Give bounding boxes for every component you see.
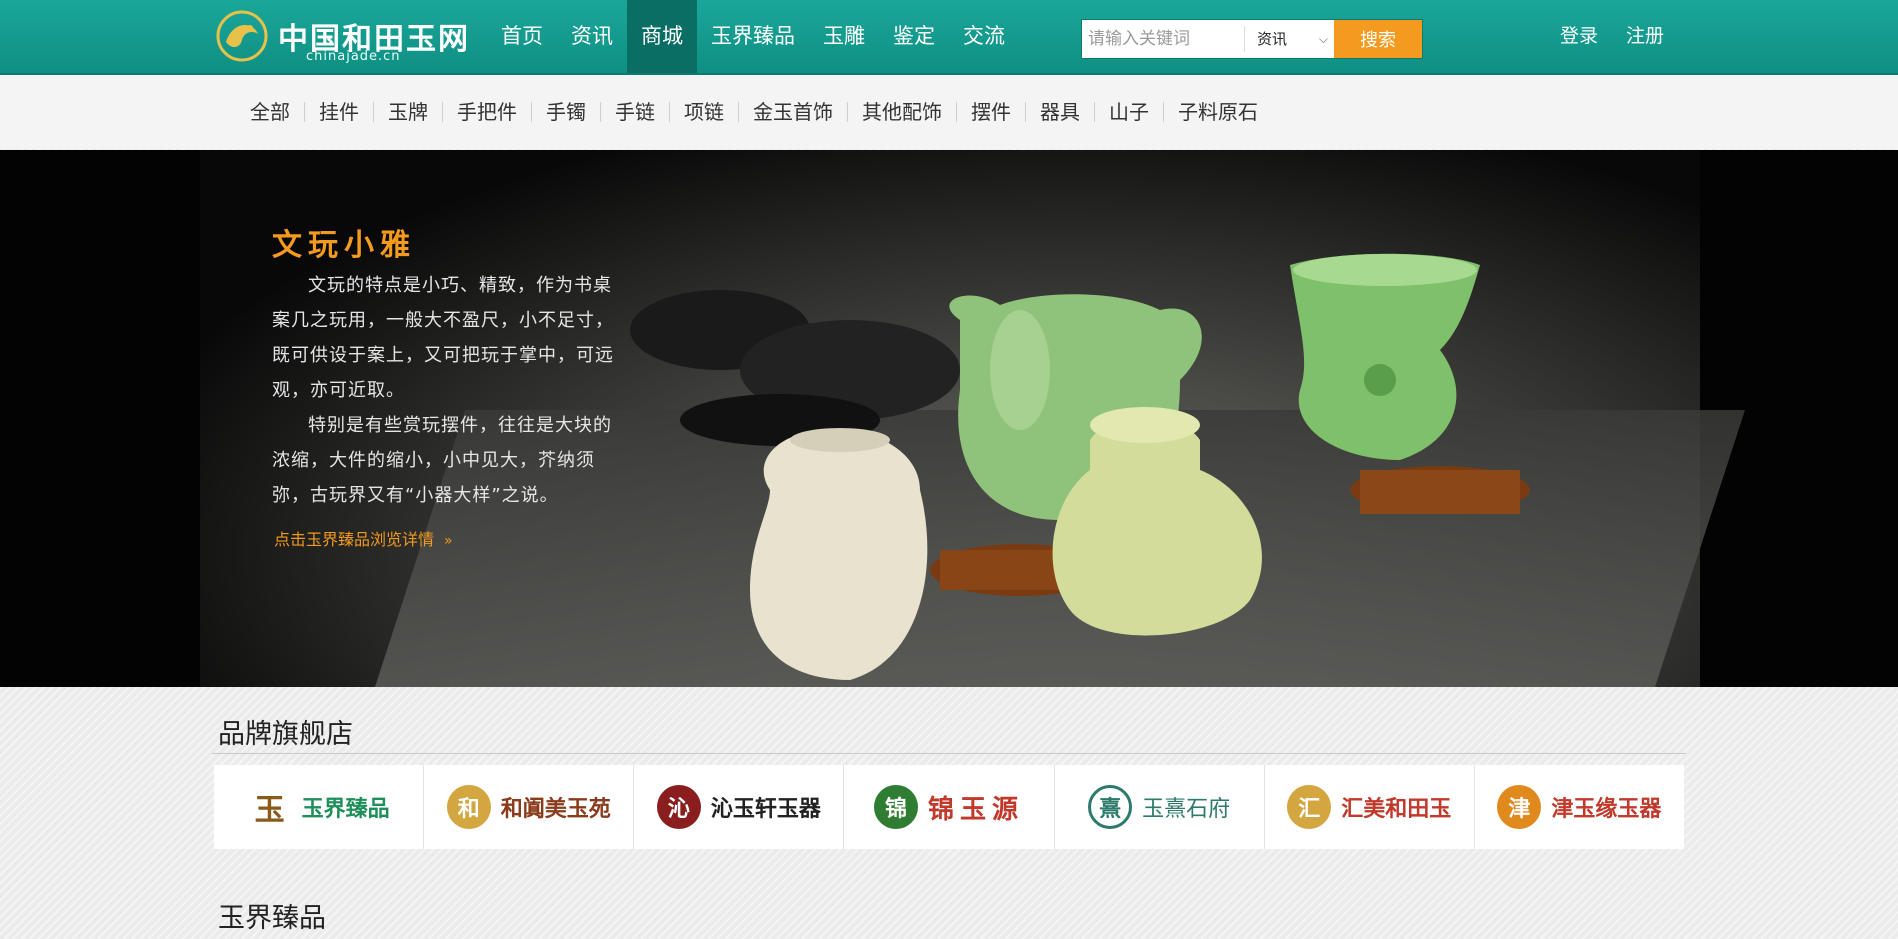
category-necklace[interactable]: 项链	[670, 102, 739, 122]
nav-jade-treasures[interactable]: 玉界臻品	[697, 0, 809, 73]
category-pendant[interactable]: 挂件	[305, 102, 374, 122]
login-link[interactable]: 登录	[1560, 0, 1598, 73]
search-category-select[interactable]: 资讯 ⌵	[1244, 26, 1334, 52]
category-other-accessories[interactable]: 其他配饰	[848, 102, 957, 122]
brand-name: 和阗美玉苑	[500, 796, 611, 822]
category-handpiece[interactable]: 手把件	[443, 102, 532, 122]
double-chevron-right-icon: »	[444, 533, 453, 549]
yinyang-logo-icon: 锦	[873, 785, 918, 829]
category-ornament[interactable]: 摆件	[957, 102, 1026, 122]
brand-huimei-hetianyu[interactable]: 汇 汇美和田玉	[1265, 765, 1475, 849]
banner-paragraph-1: 文玩的特点是小巧、精致，作为书桌案几之玩用，一般大不盈尺，小不足寸，既可供设于案…	[272, 275, 614, 401]
jade-section-title: 玉界臻品	[218, 903, 326, 934]
nav-carving[interactable]: 玉雕	[809, 0, 879, 73]
search-input[interactable]	[1082, 20, 1240, 58]
brand-name: 汇美和田玉	[1341, 796, 1452, 822]
site-logo[interactable]: 中国和田玉网 chinajade.cn	[214, 8, 468, 64]
category-all[interactable]: 全部	[236, 102, 305, 122]
nav-community[interactable]: 交流	[949, 0, 1019, 73]
hero-banner[interactable]: 文玩小雅 文玩的特点是小巧、精致，作为书桌案几之玩用，一般大不盈尺，小不足寸，既…	[0, 150, 1898, 687]
main-nav: 首页 资讯 商城 玉界臻品 玉雕 鉴定 交流	[487, 0, 1019, 73]
category-vessel[interactable]: 器具	[1026, 102, 1095, 122]
nav-appraisal[interactable]: 鉴定	[879, 0, 949, 73]
search-button[interactable]: 搜索	[1334, 20, 1422, 58]
nav-home[interactable]: 首页	[487, 0, 557, 73]
category-plaque[interactable]: 玉牌	[374, 102, 443, 122]
jade-vessels-illustration	[630, 253, 1530, 680]
dragon-logo-icon: 汇	[1287, 785, 1332, 829]
category-mountain[interactable]: 山子	[1095, 102, 1164, 122]
category-gold-jade-jewelry[interactable]: 金玉首饰	[739, 102, 848, 122]
cloud-logo-icon: 和	[446, 785, 491, 829]
banner-description: 文玩的特点是小巧、精致，作为书桌案几之玩用，一般大不盈尺，小不足寸，既可供设于案…	[272, 268, 624, 513]
swirl-logo-icon: 沁	[656, 785, 701, 829]
logo-subtitle: chinajade.cn	[306, 49, 401, 64]
brand-yuxi-shifu[interactable]: 熹 玉熹石府	[1055, 765, 1265, 849]
dragon-logo-icon	[216, 10, 268, 62]
chevron-down-icon: ⌵	[1318, 32, 1328, 46]
nav-news[interactable]: 资讯	[557, 0, 627, 73]
brand-name: 玉界臻品	[301, 796, 390, 822]
banner-paragraph-2: 特别是有些赏玩摆件，往往是大块的浓缩，大件的缩小，小中见大，芥纳须弥，古玩界又有…	[272, 415, 612, 506]
brand-name: 沁玉轩玉器	[710, 796, 821, 822]
banner-detail-link[interactable]: 点击玉界臻品浏览详情 »	[274, 526, 453, 550]
brand-name: 锦玉源	[927, 794, 1024, 825]
auth-links: 登录 注册	[1560, 0, 1664, 73]
brand-section-title: 品牌旗舰店	[218, 719, 353, 750]
category-bar: 全部 挂件 玉牌 手把件 手镯 手链 项链 金玉首饰 其他配饰 摆件 器具 山子…	[0, 75, 1898, 149]
banner-link-label: 点击玉界臻品浏览详情	[274, 530, 435, 549]
nav-mall[interactable]: 商城	[627, 0, 697, 73]
seal-logo-icon: 津	[1497, 785, 1542, 829]
brand-hetian-meiyuyuan[interactable]: 和 和阗美玉苑	[424, 765, 635, 849]
brand-qinyuxuan[interactable]: 沁 沁玉轩玉器	[634, 765, 845, 849]
category-raw-stone[interactable]: 子料原石	[1164, 102, 1272, 122]
circle-pattern-icon: 熹	[1088, 785, 1133, 829]
brand-yujie[interactable]: 玉 玉界臻品	[214, 765, 425, 849]
section-divider	[212, 753, 1686, 754]
register-link[interactable]: 注册	[1626, 0, 1664, 73]
search-box: 资讯 ⌵ 搜索	[1081, 19, 1423, 59]
banner-title: 文玩小雅	[272, 228, 416, 263]
category-bangle[interactable]: 手镯	[532, 102, 601, 122]
search-category-value: 资讯	[1257, 30, 1288, 48]
yujie-logo-icon: 玉	[254, 793, 285, 828]
brand-jinyuyuan-yuqi[interactable]: 津 津玉缘玉器	[1475, 765, 1684, 849]
category-list: 全部 挂件 玉牌 手把件 手镯 手链 项链 金玉首饰 其他配饰 摆件 器具 山子…	[236, 75, 1272, 149]
category-bracelet[interactable]: 手链	[601, 102, 670, 122]
brand-name: 玉熹石府	[1142, 797, 1231, 822]
top-header: 中国和田玉网 chinajade.cn 首页 资讯 商城 玉界臻品 玉雕 鉴定 …	[0, 0, 1898, 75]
brand-jinyuyuan[interactable]: 锦 锦玉源	[844, 765, 1055, 849]
brand-list: 玉 玉界臻品 和 和阗美玉苑 沁 沁玉轩玉器 锦 锦玉源 熹 玉熹石府 汇 汇美…	[214, 765, 1684, 849]
brand-name: 津玉缘玉器	[1551, 796, 1662, 822]
